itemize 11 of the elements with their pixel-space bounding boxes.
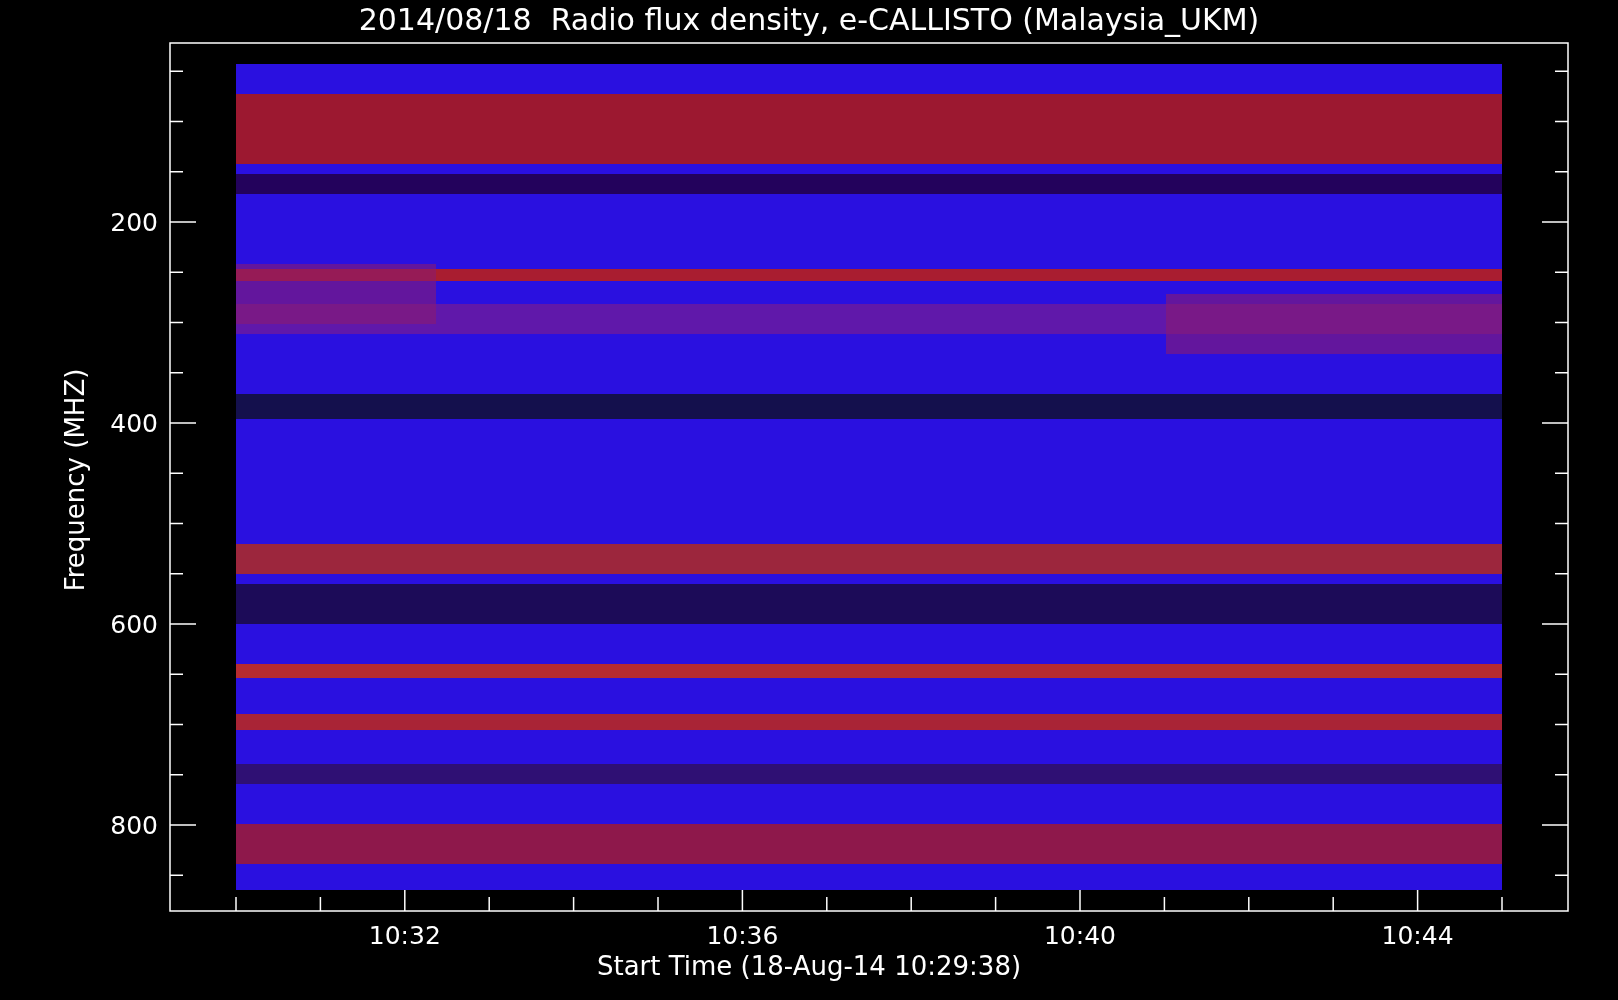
tick-label: 800 (110, 811, 158, 840)
tick-label: 10:40 (1044, 921, 1116, 950)
tick-label: 200 (110, 208, 158, 237)
chart-title: 2014/08/18 Radio flux density, e-CALLISTO (Malaysia_UKM) (358, 2, 1260, 37)
axis-title: Frequency (MHZ) (60, 368, 90, 592)
tick-label: 600 (110, 610, 158, 639)
tick-label: 10:32 (368, 921, 441, 950)
tick-label: 10:36 (706, 921, 779, 950)
tick-label: 10:44 (1381, 921, 1454, 950)
axis-title: Start Time (18-Aug-14 10:29:38) (596, 951, 1022, 981)
tick-label: 400 (110, 409, 158, 438)
